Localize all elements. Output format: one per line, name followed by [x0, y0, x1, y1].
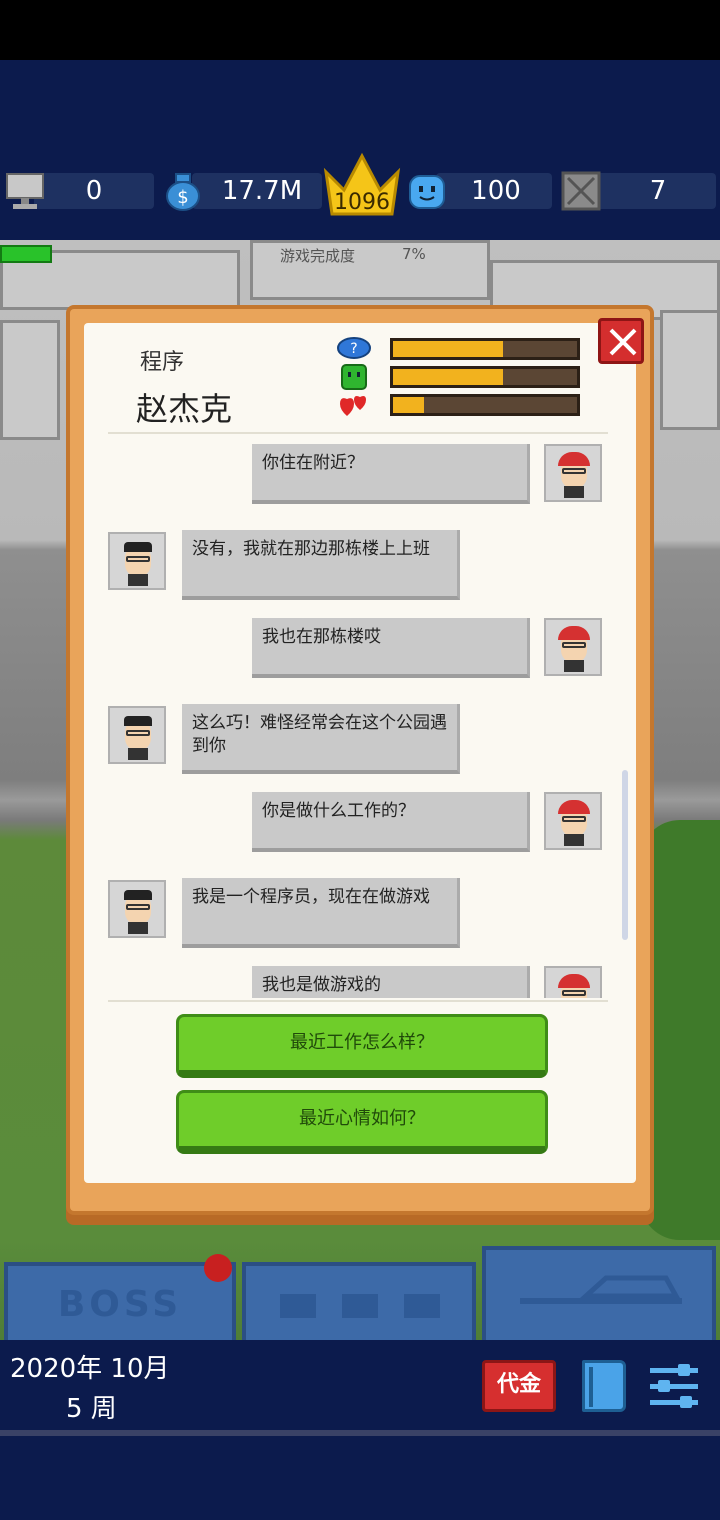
money-bag-icon: $ [166, 173, 200, 211]
message-player: 我也在那栋楼哎 [252, 618, 530, 678]
fans-value: 100 [471, 176, 521, 206]
svg-text:$: $ [177, 187, 188, 208]
building [660, 310, 720, 430]
progress-label: 游戏完成度 [280, 247, 356, 265]
character-role: 程序 [140, 350, 185, 375]
hearts-icon [340, 396, 366, 416]
message-player: 你是做什么工作的？ [252, 792, 530, 852]
staff-icon [280, 1294, 440, 1318]
npc-avatar [108, 706, 166, 764]
voucher-button[interactable]: 代金 [482, 1360, 556, 1412]
chat-history[interactable]: 你住在附近？ 没有，我就在那边那栋楼上上班 我也在那栋楼哎 这么巧！难怪经常会在… [100, 438, 620, 998]
svg-text:?: ? [350, 341, 357, 357]
npc-avatar [108, 880, 166, 938]
message-npc: 我是一个程序员，现在在做游戏 [182, 878, 460, 948]
book-button[interactable] [582, 1360, 626, 1412]
mood-meter-1 [390, 338, 580, 360]
vehicle-icon [520, 1275, 682, 1304]
player-avatar [544, 444, 602, 502]
computers-stat: 0 [4, 170, 154, 212]
money-stat: $ 17.7M [162, 170, 322, 212]
computers-value: 0 [85, 176, 103, 206]
player-avatar [544, 618, 602, 676]
tab-vehicle[interactable] [482, 1246, 716, 1340]
game-progress: 游戏完成度 7% [0, 245, 720, 265]
player-avatar [544, 792, 602, 850]
fans-stat: 100 [406, 170, 552, 212]
message-npc: 没有，我就在那边那栋楼上上班 [182, 530, 460, 600]
npc-avatar [108, 532, 166, 590]
tab-boss-label: BOSS [57, 1284, 183, 1325]
progress-bar [0, 245, 52, 263]
notification-dot [204, 1254, 232, 1282]
message-npc: 这么巧！难怪经常会在这个公园遇到你 [182, 704, 460, 774]
question-bubble-icon: ? [337, 337, 371, 359]
bugs-value: 7 [649, 176, 667, 206]
mood-meter-3-fill [393, 397, 425, 413]
nav-strip [0, 1430, 720, 1520]
book-icon [589, 1367, 593, 1407]
date-week: 5 周 [66, 1394, 117, 1424]
crown-rank: 1096 [322, 152, 402, 222]
message-player: 我也是做游戏的 [252, 966, 530, 998]
green-slime-icon [341, 364, 367, 390]
mood-meter-1-fill [393, 341, 504, 357]
mood-meter-3 [390, 394, 580, 416]
message-player: 你住在附近？ [252, 444, 530, 504]
money-value: 17.7M [221, 176, 303, 206]
settings-button[interactable] [650, 1362, 698, 1410]
character-name: 赵杰克 [136, 390, 233, 428]
crossed-box-icon [561, 171, 601, 211]
tab-staff[interactable] [242, 1262, 476, 1340]
crown-rank-value: 1096 [334, 190, 390, 215]
date-year-month: 2020年 10月 [10, 1354, 170, 1384]
chat-scrollbar[interactable] [622, 770, 628, 940]
bottom-tabs: BOSS [0, 1240, 720, 1340]
divider [108, 432, 608, 434]
player-avatar [544, 966, 602, 998]
building [0, 320, 60, 440]
progress-percent: 7% [402, 245, 426, 263]
choice-mood-button[interactable]: 最近心情如何？ [176, 1090, 548, 1154]
close-button[interactable] [598, 318, 644, 364]
bugs-stat: 7 [560, 170, 716, 212]
mood-meter-2-fill [393, 369, 504, 385]
mood-meter-2 [390, 366, 580, 388]
tab-boss[interactable]: BOSS [4, 1262, 236, 1340]
divider [108, 1000, 608, 1002]
status-bar [0, 0, 720, 60]
choice-work-button[interactable]: 最近工作怎么样？ [176, 1014, 548, 1078]
